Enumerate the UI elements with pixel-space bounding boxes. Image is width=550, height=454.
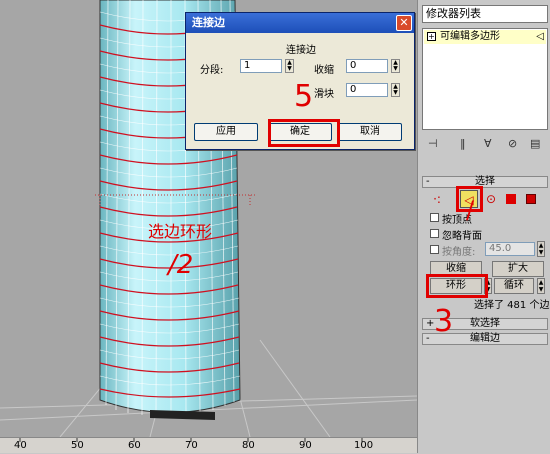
polygon-mode-icon[interactable] <box>502 190 520 208</box>
slide-spinner[interactable]: ▲ ▼ <box>391 83 400 97</box>
by-angle-input[interactable]: 45.0 <box>485 242 535 256</box>
pinch-input[interactable]: 0 <box>346 59 388 73</box>
show-end-result-icon[interactable]: ‖ <box>460 137 466 150</box>
collapse-icon: - <box>426 176 430 187</box>
by-angle-label: 按角度: <box>442 247 476 258</box>
annotation-ring-note: 选边环形 <box>148 222 213 241</box>
apply-button[interactable]: 应用 <box>194 123 258 141</box>
stack-toolbar: ⊣ ‖ ∀ ⊘ ▤ <box>422 137 548 153</box>
expand-icon[interactable]: + <box>427 32 436 41</box>
selection-rollout-header[interactable]: - 选择 <box>422 176 548 188</box>
loop-spinner[interactable]: ▲ ▼ <box>537 278 545 294</box>
pinch-spinner[interactable]: ▲ ▼ <box>391 59 400 73</box>
by-angle-spinner[interactable]: ▲ ▼ <box>537 241 545 257</box>
annotation-step-one: / <box>466 196 475 224</box>
pinch-label: 收缩 <box>314 65 334 76</box>
ruler-tick: 40 <box>14 440 27 451</box>
stack-item-editable-poly[interactable]: + 可编辑多边形 ◁ <box>424 30 546 44</box>
slide-input[interactable]: 0 <box>346 83 388 97</box>
ruler-tick: 90 <box>299 440 312 451</box>
annotation-ring-number: /2 <box>168 250 194 280</box>
dialog-group-label: 连接边 <box>286 45 316 56</box>
ignore-backface-label: 忽略背面 <box>442 231 482 242</box>
loop-button[interactable]: 循环 <box>494 278 534 294</box>
configure-sets-icon[interactable]: ▤ <box>530 137 540 150</box>
modifier-list-dropdown[interactable]: 修改器列表 <box>422 5 548 23</box>
slide-label: 滑块 <box>314 89 334 100</box>
remove-modifier-icon[interactable]: ⊘ <box>508 137 517 150</box>
border-mode-icon[interactable]: ⊙ <box>482 190 500 208</box>
vertex-mode-icon[interactable]: ·: <box>428 190 446 208</box>
ruler-tick: 60 <box>128 440 141 451</box>
ruler-tick: 70 <box>185 440 198 451</box>
segments-input[interactable]: 1 <box>240 59 282 73</box>
make-unique-icon[interactable]: ∀ <box>484 137 492 150</box>
ruler-tick: 50 <box>71 440 84 451</box>
selection-status: 选择了 481 个边 <box>474 300 550 311</box>
modifier-stack[interactable]: + 可编辑多边形 ◁ <box>422 28 548 130</box>
command-panel: 修改器列表 + 可编辑多边形 ◁ ⊣ ‖ ∀ ⊘ ▤ - 选择 ·: ◁ ⊙ 按… <box>417 0 550 453</box>
annotation-step-three: 3 <box>434 304 454 339</box>
by-vertex-checkbox[interactable] <box>430 213 439 222</box>
stack-item-label: 可编辑多边形 <box>440 31 500 42</box>
timeline-ruler[interactable]: 40 50 60 70 80 90 100 <box>0 437 417 453</box>
edit-edges-header-label: 编辑边 <box>470 333 500 344</box>
close-icon[interactable]: ✕ <box>396 15 412 31</box>
ignore-backface-checkbox[interactable] <box>430 229 439 238</box>
soft-selection-header-label: 软选择 <box>470 318 500 329</box>
dialog-title[interactable]: 连接边 <box>186 13 414 33</box>
segments-spinner[interactable]: ▲ ▼ <box>285 59 294 73</box>
edge-mode-icon: ◁ <box>536 31 544 42</box>
grow-button[interactable]: 扩大 <box>492 261 544 277</box>
connect-edges-dialog: 连接边 ✕ 连接边 分段: 1 ▲ ▼ 收缩 0 ▲ ▼ 滑块 0 ▲ ▼ 应用 确定… <box>185 12 415 150</box>
ok-highlight <box>268 119 340 147</box>
annotation-step-dialog: 5 <box>294 79 314 114</box>
ring-highlight <box>426 274 488 298</box>
pin-stack-icon[interactable]: ⊣ <box>428 137 438 150</box>
ruler-tick: 80 <box>242 440 255 451</box>
ruler-tick: 100 <box>354 440 374 451</box>
element-mode-icon[interactable] <box>522 190 540 208</box>
by-angle-checkbox[interactable] <box>430 245 439 254</box>
segments-label: 分段: <box>200 65 224 76</box>
collapse-icon: - <box>426 333 430 344</box>
cancel-button[interactable]: 取消 <box>338 123 402 141</box>
